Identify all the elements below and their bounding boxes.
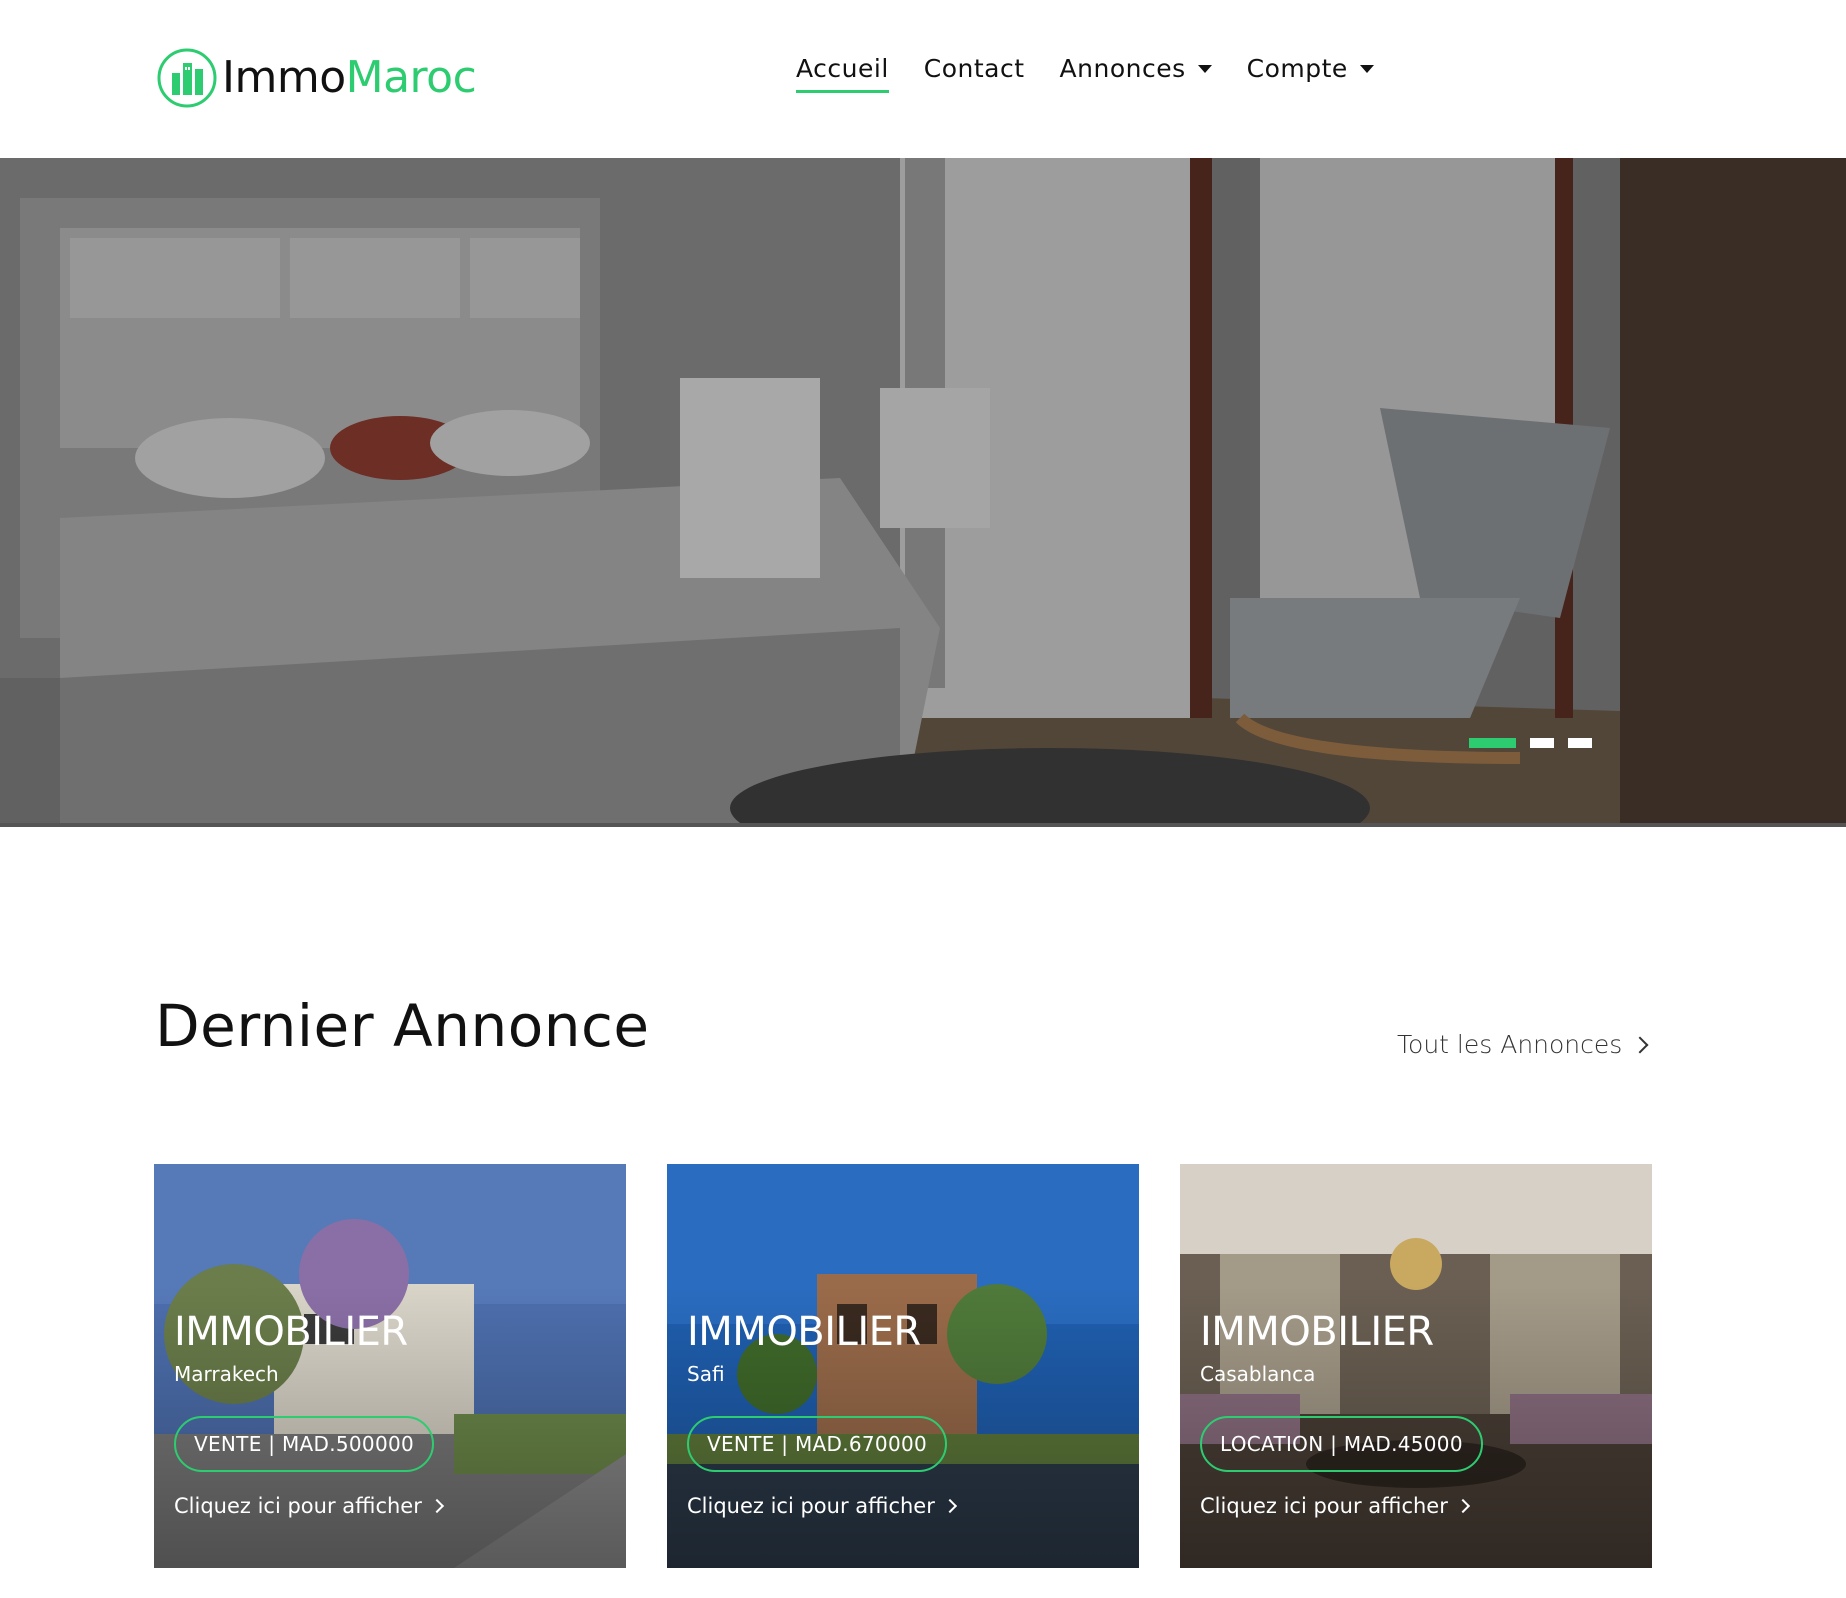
carousel-indicators: [1469, 738, 1592, 748]
caret-down-icon: [1359, 64, 1374, 73]
card-view-link[interactable]: Cliquez ici pour afficher: [174, 1494, 444, 1518]
listing-card-casablanca[interactable]: IMMOBILIER Casablanca LOCATION | MAD.450…: [1180, 1164, 1652, 1568]
navbar: ImmoMaroc Accueil Contact Annonces Compt…: [0, 0, 1846, 158]
card-city: Casablanca: [1200, 1362, 1316, 1386]
carousel-indicator-3[interactable]: [1568, 738, 1592, 748]
nav-item-contact[interactable]: Contact: [924, 54, 1025, 93]
chevron-right-icon: [1455, 1498, 1470, 1514]
hero-carousel: [0, 158, 1846, 827]
card-title: IMMOBILIER: [1200, 1309, 1434, 1355]
card-price-badge: VENTE | MAD.670000: [687, 1416, 948, 1472]
caret-down-icon: [1197, 64, 1212, 73]
chevron-right-icon: [1631, 1036, 1649, 1053]
main-nav: Accueil Contact Annonces Compte: [796, 54, 1409, 93]
card-view-link[interactable]: Cliquez ici pour afficher: [1200, 1494, 1470, 1518]
card-title: IMMOBILIER: [174, 1309, 408, 1355]
chevron-right-icon: [942, 1498, 957, 1514]
nav-item-accueil[interactable]: Accueil: [796, 54, 889, 93]
section-title: Dernier Annonce: [155, 992, 650, 1060]
brand-logo[interactable]: ImmoMaroc: [156, 46, 477, 110]
all-listings-link[interactable]: Tout les Annonces: [1397, 1030, 1649, 1059]
brand-name: ImmoMaroc: [222, 52, 477, 103]
card-price-badge: VENTE | MAD.500000: [174, 1416, 435, 1472]
card-view-link[interactable]: Cliquez ici pour afficher: [687, 1494, 957, 1518]
building-circle-icon: [157, 48, 217, 108]
card-price-badge: LOCATION | MAD.45000: [1200, 1416, 1483, 1472]
carousel-indicator-1[interactable]: [1469, 738, 1516, 748]
listing-card-safi[interactable]: IMMOBILIER Safi VENTE | MAD.670000 Cliqu…: [667, 1164, 1139, 1568]
card-city: Marrakech: [174, 1362, 279, 1386]
nav-item-compte[interactable]: Compte: [1247, 54, 1374, 93]
listing-card-marrakech[interactable]: IMMOBILIER Marrakech VENTE | MAD.500000 …: [154, 1164, 626, 1568]
chevron-right-icon: [429, 1498, 444, 1514]
nav-item-annonces[interactable]: Annonces: [1060, 54, 1212, 93]
card-title: IMMOBILIER: [687, 1309, 921, 1355]
card-city: Safi: [687, 1362, 725, 1386]
carousel-indicator-2[interactable]: [1530, 738, 1554, 748]
